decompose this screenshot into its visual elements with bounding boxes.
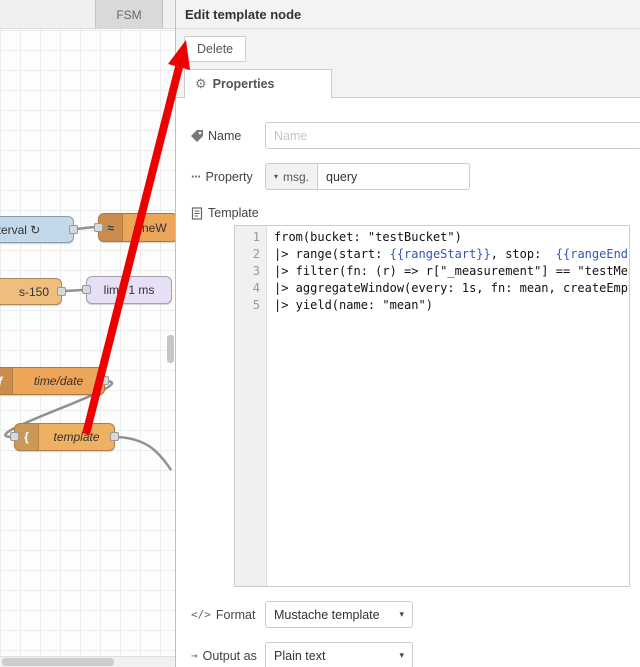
- tray-toolbar: Delete: [176, 29, 640, 69]
- property-label: ··· Property: [191, 169, 253, 184]
- output-select[interactable]: Plain text ▾: [265, 642, 413, 667]
- template-label-row: Template: [191, 206, 640, 220]
- format-select[interactable]: Mustache template ▾: [265, 601, 413, 628]
- node-output-port[interactable]: [100, 376, 109, 385]
- template-label: Template: [191, 206, 265, 220]
- tray-title: Edit template node: [185, 7, 302, 22]
- node-label: s-150: [18, 284, 49, 299]
- chevron-down-icon: ▾: [399, 609, 404, 619]
- flow-node-template[interactable]: { template: [10, 423, 119, 451]
- tray-header: Edit template node: [176, 0, 640, 29]
- flow-node-sinewave[interactable]: ≈ sineW: [94, 213, 175, 242]
- name-row: Name: [191, 122, 640, 149]
- output-row: → Output as Plain text ▾: [191, 642, 640, 667]
- horizontal-scrollbar-thumb[interactable]: [2, 658, 114, 666]
- workspace-tab-fsm[interactable]: FSM: [95, 0, 163, 29]
- function-icon: ƒ: [0, 368, 13, 394]
- node-output-port[interactable]: [110, 432, 119, 441]
- workspace-tab-bar: FSM: [0, 0, 175, 29]
- template-code-editor[interactable]: 12345 from(bucket: "testBucket") |> range…: [234, 225, 630, 587]
- tab-properties[interactable]: ⚙ Properties: [184, 69, 332, 98]
- code-icon: </>: [191, 608, 211, 621]
- format-row: </> Format Mustache template ▾: [191, 601, 640, 628]
- output-label: → Output as: [191, 648, 257, 663]
- ellipsis-icon: ···: [191, 169, 201, 184]
- property-type-button[interactable]: ▾ msg.: [265, 163, 319, 190]
- node-label: time/date: [33, 374, 84, 388]
- node-input-port[interactable]: [82, 285, 91, 294]
- flow-workspace[interactable]: FSM terval ↻ ≈ sineW s-150 limit 1 ms ƒ: [0, 0, 175, 667]
- code-lines[interactable]: from(bucket: "testBucket") |> range(start…: [267, 226, 629, 586]
- gear-icon: ⚙: [195, 76, 207, 91]
- code-gutter: 12345: [235, 226, 267, 586]
- name-label: Name: [191, 129, 265, 143]
- node-label: limit 1 ms: [103, 283, 155, 297]
- format-value: Mustache template: [274, 607, 380, 622]
- tray-tabs: ⚙ Properties: [176, 69, 640, 98]
- flow-node-interval[interactable]: terval ↻: [0, 216, 78, 243]
- property-typed-input: ▾ msg.: [265, 163, 470, 190]
- flow-wires: [4, 225, 173, 471]
- edit-tray: Edit template node Delete ⚙ Properties N…: [175, 0, 640, 667]
- flow-node-s150[interactable]: s-150: [0, 278, 66, 305]
- node-label: terval ↻: [0, 222, 41, 237]
- node-label: template: [53, 430, 100, 444]
- flow-node-timedate[interactable]: ƒ time/date: [0, 367, 109, 395]
- node-output-port[interactable]: [69, 224, 78, 234]
- tab-label: Properties: [212, 77, 275, 91]
- node-input-port[interactable]: [10, 432, 19, 441]
- property-row: ··· Property ▾ msg.: [191, 163, 640, 190]
- horizontal-scrollbar[interactable]: [0, 656, 175, 667]
- property-type-label: msg.: [283, 169, 310, 184]
- chevron-down-icon: ▾: [274, 172, 279, 181]
- document-icon: [191, 206, 203, 220]
- arrow-right-icon: →: [191, 649, 198, 662]
- vertical-scrollbar-thumb[interactable]: [167, 335, 174, 363]
- flow-node-limit[interactable]: limit 1 ms: [82, 276, 172, 304]
- node-red-editor: FSM terval ↻ ≈ sineW s-150 limit 1 ms ƒ: [0, 0, 640, 667]
- format-label: </> Format: [191, 607, 256, 622]
- property-input[interactable]: [318, 163, 470, 190]
- node-output-port[interactable]: [57, 286, 66, 296]
- chevron-down-icon: ▾: [399, 650, 404, 660]
- tray-form: Name ··· Property ▾ msg.: [176, 98, 640, 667]
- name-input[interactable]: [265, 122, 640, 149]
- node-input-port[interactable]: [94, 222, 103, 232]
- output-value: Plain text: [274, 648, 326, 663]
- delete-button[interactable]: Delete: [184, 36, 247, 62]
- tag-icon: [191, 129, 203, 142]
- node-label: sineW: [133, 220, 167, 235]
